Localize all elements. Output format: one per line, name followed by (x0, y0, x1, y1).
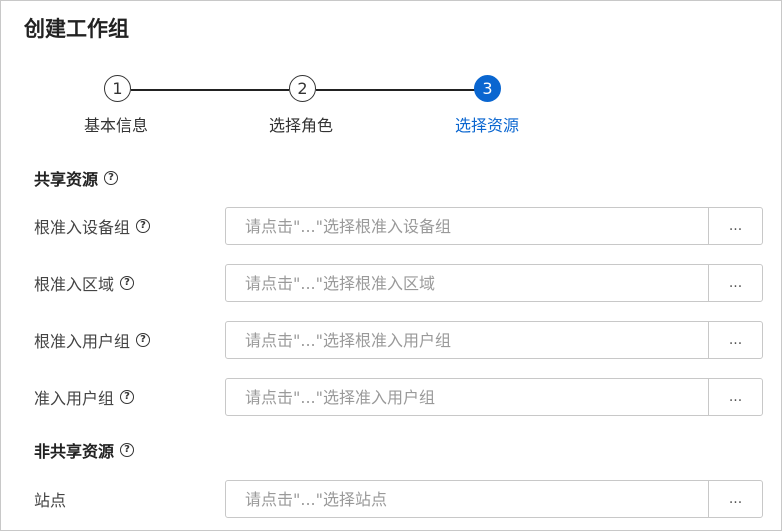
help-circle-icon[interactable]: ? (120, 276, 135, 290)
field-label-site: 站点 (34, 480, 66, 518)
step-3-circle[interactable]: 3 (474, 75, 501, 102)
step-1-circle[interactable]: 1 (104, 75, 131, 102)
root-user-group-input[interactable] (225, 321, 709, 359)
root-user-group-browse-button[interactable]: ... (708, 321, 763, 359)
field-user-group: 准入用户组 ? ... (1, 378, 781, 416)
help-circle-icon[interactable]: ? (104, 171, 119, 185)
shared-resources-title: 共享资源 (34, 170, 99, 189)
site-input[interactable] (225, 480, 709, 518)
step-connector-1-2 (131, 89, 289, 91)
step-2-label[interactable]: 选择角色 (269, 112, 333, 136)
field-label-user-group: 准入用户组 ? (34, 378, 135, 416)
user-group-browse-button[interactable]: ... (708, 378, 763, 416)
help-circle-icon[interactable]: ? (120, 390, 135, 404)
field-root-area: 根准入区域 ? ... (1, 264, 781, 302)
root-device-group-browse-button[interactable]: ... (708, 207, 763, 245)
nonshared-resources-title: 非共享资源 (34, 442, 115, 461)
field-label-root-device-group: 根准入设备组 ? (34, 207, 151, 245)
field-label-text: 根准入设备组 (34, 218, 131, 237)
user-group-input[interactable] (225, 378, 709, 416)
nonshared-resources-heading: 非共享资源 ? (34, 438, 135, 462)
field-root-device-group: 根准入设备组 ? ... (1, 207, 781, 245)
create-workgroup-dialog: 创建工作组 1 基本信息 2 选择角色 3 选择资源 共享资源 ? 根准入设备组… (0, 0, 782, 531)
field-label-text: 根准入区域 (34, 275, 115, 294)
field-root-user-group: 根准入用户组 ? ... (1, 321, 781, 359)
field-label-text: 准入用户组 (34, 389, 115, 408)
step-2-circle[interactable]: 2 (289, 75, 316, 102)
page-title: 创建工作组 (24, 17, 129, 41)
site-browse-button[interactable]: ... (708, 480, 763, 518)
step-connector-2-3 (316, 89, 475, 91)
step-3-label[interactable]: 选择资源 (455, 112, 519, 136)
root-device-group-input[interactable] (225, 207, 709, 245)
root-area-browse-button[interactable]: ... (708, 264, 763, 302)
help-circle-icon[interactable]: ? (136, 219, 151, 233)
help-circle-icon[interactable]: ? (136, 333, 151, 347)
step-1-label[interactable]: 基本信息 (84, 112, 148, 136)
field-label-text: 站点 (34, 491, 67, 510)
root-area-input[interactable] (225, 264, 709, 302)
help-circle-icon[interactable]: ? (120, 443, 135, 457)
field-site: 站点 ... (1, 480, 781, 518)
field-label-root-area: 根准入区域 ? (34, 264, 135, 302)
shared-resources-heading: 共享资源 ? (34, 166, 119, 190)
field-label-root-user-group: 根准入用户组 ? (34, 321, 151, 359)
field-label-text: 根准入用户组 (34, 332, 131, 351)
